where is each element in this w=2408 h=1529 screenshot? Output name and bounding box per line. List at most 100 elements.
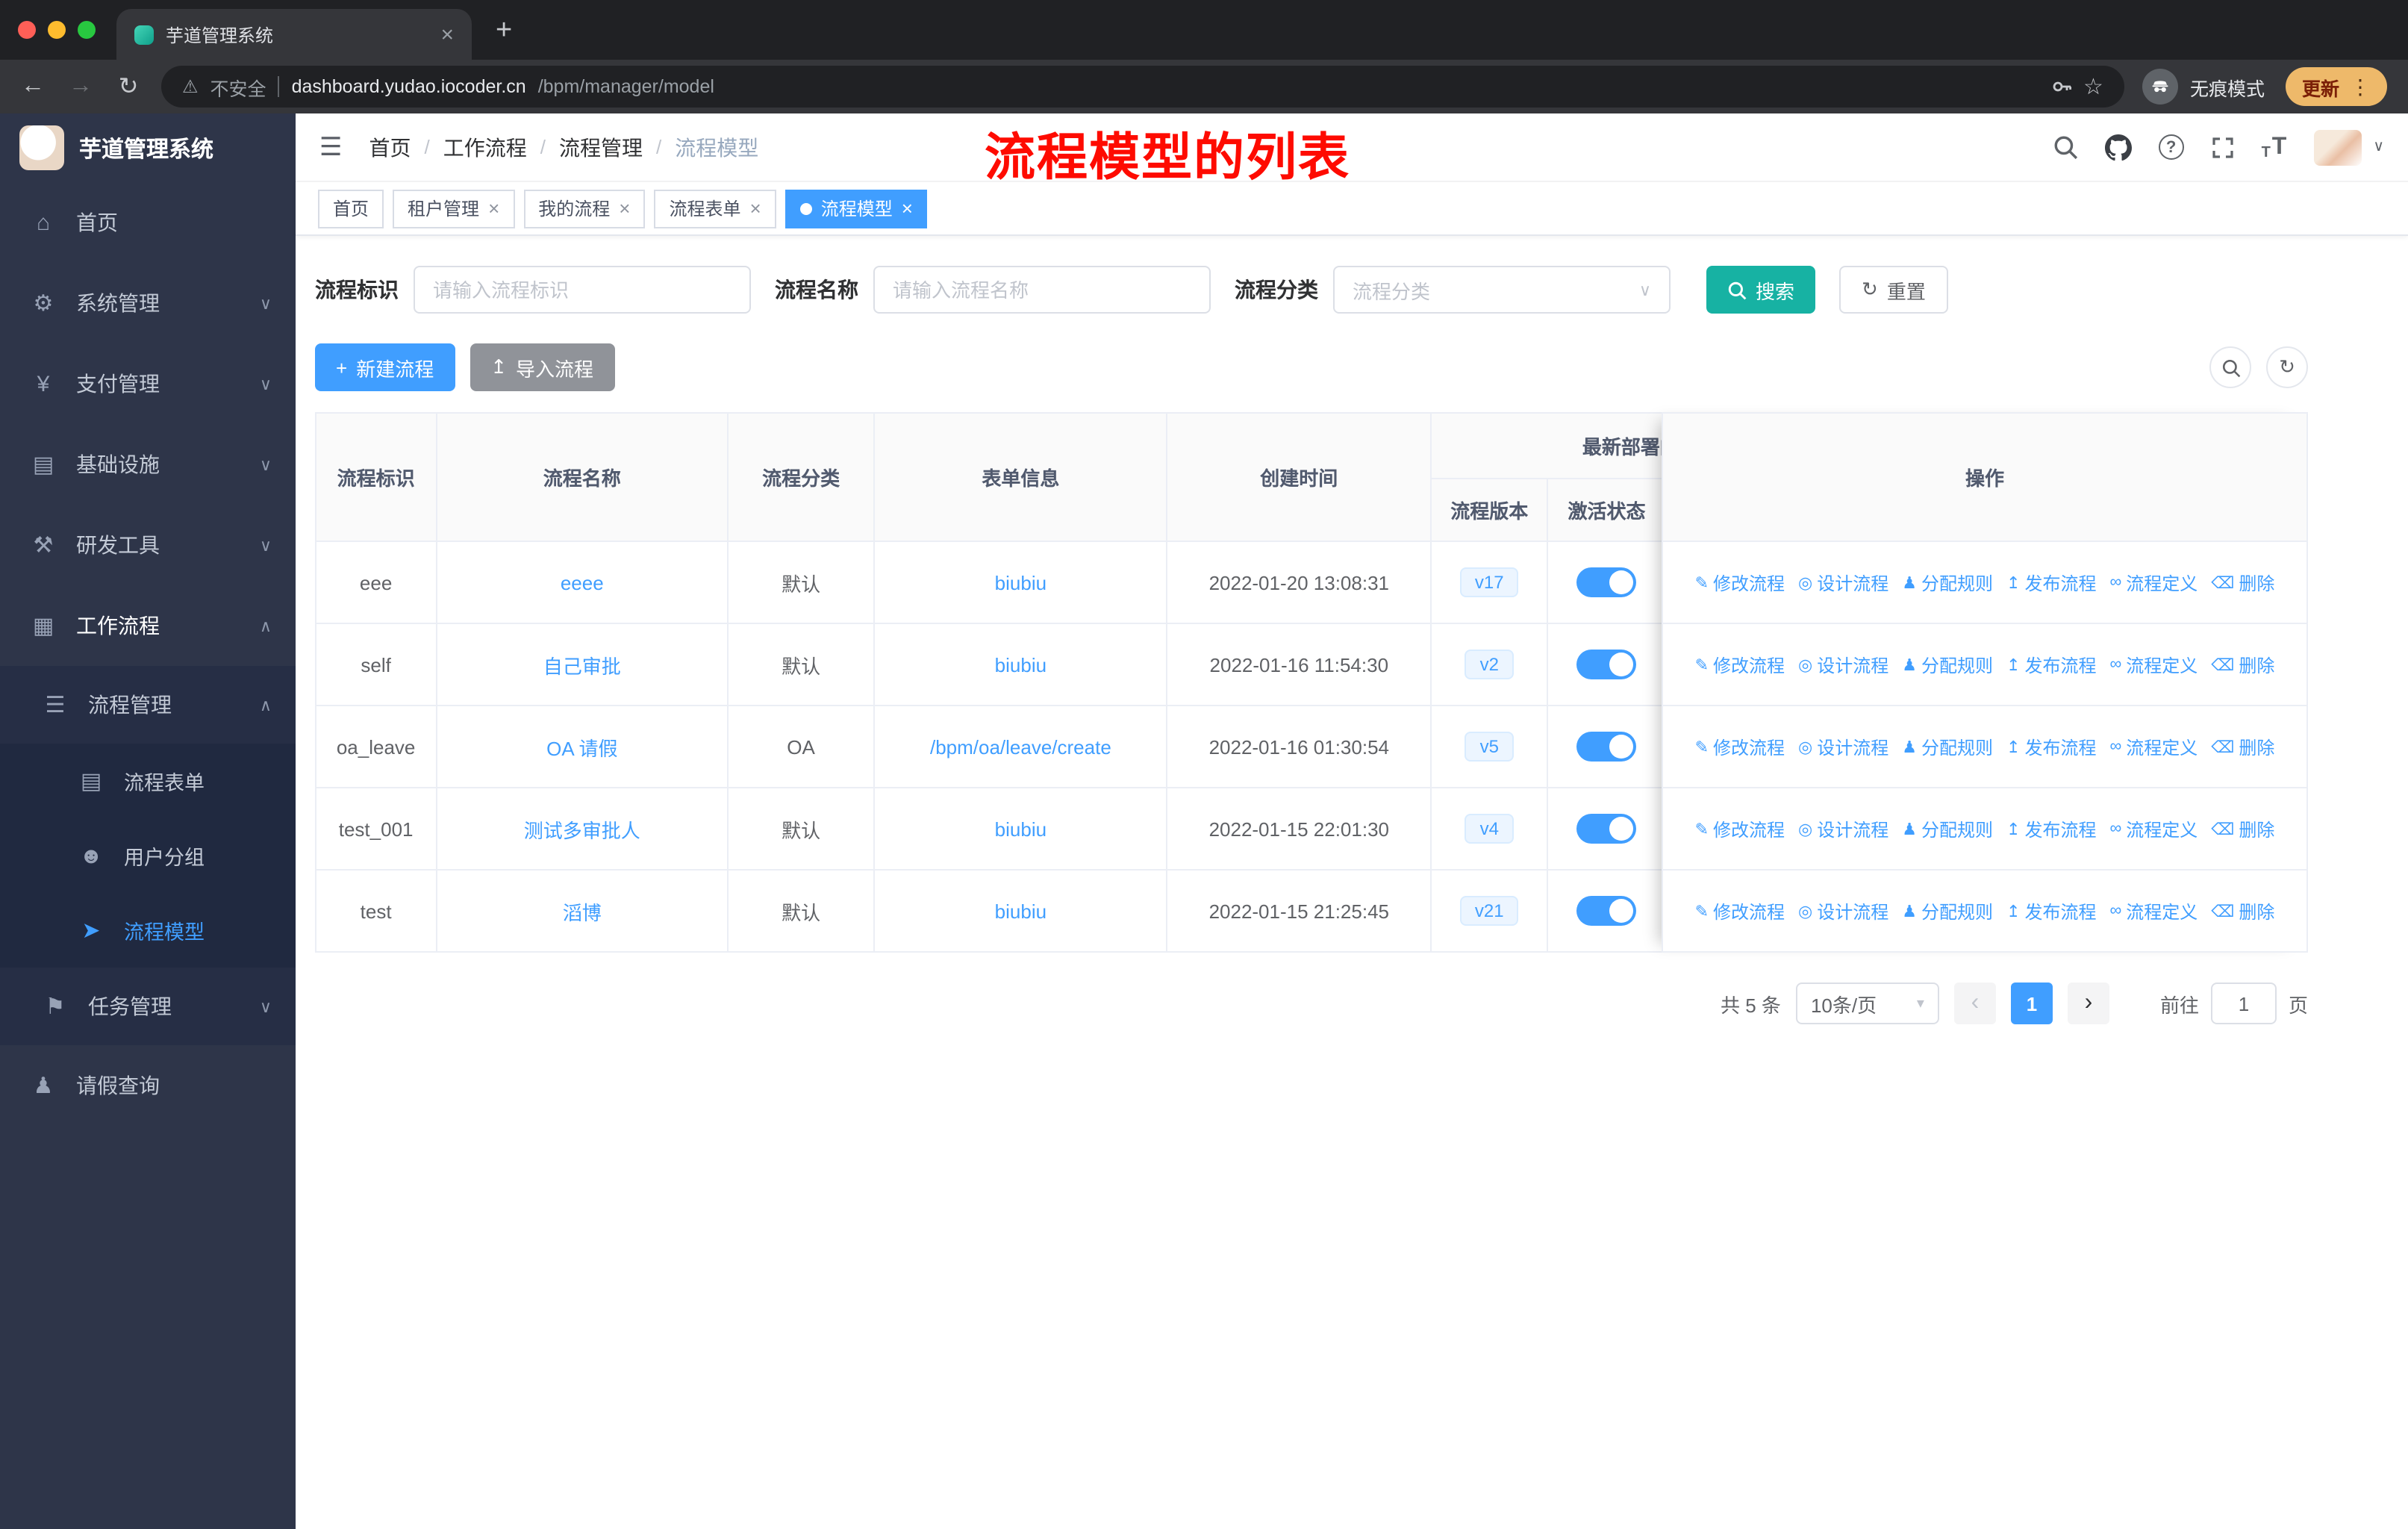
tag-my-process[interactable]: 我的流程 × <box>523 189 646 228</box>
tag-home[interactable]: 首页 <box>318 189 384 228</box>
action-delete-link[interactable]: ⌫ 删除 <box>2211 898 2274 924</box>
action-modify-link[interactable]: ✎ 修改流程 <box>1695 734 1785 759</box>
action-design-link[interactable]: ◎ 设计流程 <box>1798 816 1888 841</box>
action-publish-link[interactable]: ↥ 发布流程 <box>2006 570 2096 595</box>
sidebar-item-infrastructure[interactable]: ▤ 基础设施 ∨ <box>0 424 296 505</box>
forward-button[interactable]: → <box>66 73 96 100</box>
fullscreen-icon[interactable] <box>2211 135 2235 159</box>
toggle-search-button[interactable] <box>2209 346 2251 388</box>
goto-page-input[interactable] <box>2210 983 2277 1024</box>
category-select[interactable]: 流程分类 ∨ <box>1333 266 1671 314</box>
update-button[interactable]: 更新 ⋮ <box>2285 67 2387 106</box>
sidebar-item-process-model[interactable]: ➤ 流程模型 <box>0 893 296 968</box>
active-toggle[interactable] <box>1576 896 1637 926</box>
page-size-select[interactable]: 10条/页 ▾ <box>1795 983 1939 1024</box>
process-name-link[interactable]: eeee <box>561 571 604 594</box>
breadcrumb-process-management[interactable]: 流程管理 <box>559 132 643 162</box>
sidebar-item-payment[interactable]: ¥ 支付管理 ∨ <box>0 343 296 424</box>
action-delete-link[interactable]: ⌫ 删除 <box>2211 570 2274 595</box>
key-icon[interactable] <box>2050 76 2071 97</box>
action-assign-link[interactable]: ♟ 分配规则 <box>1902 652 1993 677</box>
action-publish-link[interactable]: ↥ 发布流程 <box>2006 734 2096 759</box>
action-design-link[interactable]: ◎ 设计流程 <box>1798 734 1888 759</box>
sidebar-item-leave-query[interactable]: ♟ 请假查询 <box>0 1045 296 1126</box>
action-assign-link[interactable]: ♟ 分配规则 <box>1902 734 1993 759</box>
help-icon[interactable]: ? <box>2158 134 2184 160</box>
action-assign-link[interactable]: ♟ 分配规则 <box>1902 898 1993 924</box>
process-name-link[interactable]: 测试多审批人 <box>524 819 640 841</box>
breadcrumb-workflow[interactable]: 工作流程 <box>443 132 527 162</box>
tab-close-icon[interactable]: × <box>440 22 454 47</box>
action-definition-link[interactable]: ∞ 流程定义 <box>2110 898 2198 924</box>
prev-page-button[interactable]: ‹ <box>1953 983 1996 1024</box>
next-page-button[interactable]: › <box>2067 983 2109 1024</box>
action-assign-link[interactable]: ♟ 分配规则 <box>1902 570 1993 595</box>
action-modify-link[interactable]: ✎ 修改流程 <box>1695 652 1785 677</box>
action-publish-link[interactable]: ↥ 发布流程 <box>2006 816 2096 841</box>
action-design-link[interactable]: ◎ 设计流程 <box>1798 570 1888 595</box>
breadcrumb-home[interactable]: 首页 <box>369 132 411 162</box>
action-delete-link[interactable]: ⌫ 删除 <box>2211 652 2274 677</box>
refresh-table-button[interactable]: ↻ <box>2266 346 2308 388</box>
page-number-button[interactable]: 1 <box>2010 983 2053 1024</box>
window-close-button[interactable] <box>18 21 36 39</box>
sidebar-item-home[interactable]: ⌂ 首页 <box>0 182 296 263</box>
active-toggle[interactable] <box>1576 567 1637 597</box>
process-name-link[interactable]: OA 请假 <box>546 737 617 759</box>
tag-tenant-management[interactable]: 租户管理 × <box>393 189 515 228</box>
sidebar-item-devtools[interactable]: ⚒ 研发工具 ∨ <box>0 505 296 585</box>
kebab-menu-icon[interactable]: ⋮ <box>2350 74 2371 99</box>
process-name-input[interactable] <box>873 266 1211 314</box>
action-delete-link[interactable]: ⌫ 删除 <box>2211 816 2274 841</box>
action-publish-link[interactable]: ↥ 发布流程 <box>2006 898 2096 924</box>
sidebar-collapse-icon[interactable]: ☰ <box>319 132 343 162</box>
search-button[interactable]: 搜索 <box>1706 266 1816 314</box>
action-assign-link[interactable]: ♟ 分配规则 <box>1902 816 1993 841</box>
action-definition-link[interactable]: ∞ 流程定义 <box>2110 570 2198 595</box>
font-size-icon[interactable]: TT <box>2262 134 2287 161</box>
sidebar-item-system[interactable]: ⚙ 系统管理 ∨ <box>0 263 296 343</box>
process-key-input[interactable] <box>414 266 751 314</box>
active-toggle[interactable] <box>1576 814 1637 844</box>
window-zoom-button[interactable] <box>78 21 96 39</box>
reload-button[interactable]: ↻ <box>113 72 143 102</box>
close-icon[interactable]: × <box>619 197 630 219</box>
address-bar[interactable]: ⚠ 不安全 dashboard.yudao.iocoder.cn/bpm/man… <box>161 66 2124 108</box>
form-info-link[interactable]: /bpm/oa/leave/create <box>930 735 1111 758</box>
close-icon[interactable]: × <box>902 197 913 219</box>
tag-process-form[interactable]: 流程表单 × <box>654 189 776 228</box>
active-toggle[interactable] <box>1576 732 1637 762</box>
action-modify-link[interactable]: ✎ 修改流程 <box>1695 898 1785 924</box>
sidebar-item-process-form[interactable]: ▤ 流程表单 <box>0 744 296 818</box>
sidebar-item-task-management[interactable]: ⚑ 任务管理 ∨ <box>0 968 296 1045</box>
close-icon[interactable]: × <box>750 197 761 219</box>
action-definition-link[interactable]: ∞ 流程定义 <box>2110 734 2198 759</box>
incognito-badge[interactable]: 无痕模式 <box>2142 69 2265 105</box>
github-icon[interactable] <box>2104 134 2132 161</box>
form-info-link[interactable]: biubiu <box>995 900 1047 922</box>
action-definition-link[interactable]: ∞ 流程定义 <box>2110 652 2198 677</box>
create-process-button[interactable]: + 新建流程 <box>315 343 455 391</box>
tag-process-model[interactable]: 流程模型 × <box>785 189 928 228</box>
active-toggle[interactable] <box>1576 650 1637 679</box>
form-info-link[interactable]: biubiu <box>995 818 1047 840</box>
form-info-link[interactable]: biubiu <box>995 571 1047 594</box>
sidebar-item-workflow[interactable]: ▦ 工作流程 ∧ <box>0 585 296 666</box>
form-info-link[interactable]: biubiu <box>995 653 1047 676</box>
sidebar-item-user-group[interactable]: ☻ 用户分组 <box>0 818 296 893</box>
action-publish-link[interactable]: ↥ 发布流程 <box>2006 652 2096 677</box>
bookmark-star-icon[interactable]: ☆ <box>2083 73 2103 100</box>
sidebar-logo[interactable]: 芋道管理系统 <box>0 113 296 182</box>
user-avatar[interactable] <box>2313 129 2362 165</box>
back-button[interactable]: ← <box>18 73 48 100</box>
reset-button[interactable]: ↻ 重置 <box>1839 266 1948 314</box>
process-name-link[interactable]: 滔博 <box>563 901 602 924</box>
action-modify-link[interactable]: ✎ 修改流程 <box>1695 570 1785 595</box>
close-icon[interactable]: × <box>488 197 499 219</box>
action-design-link[interactable]: ◎ 设计流程 <box>1798 898 1888 924</box>
window-minimize-button[interactable] <box>48 21 66 39</box>
action-delete-link[interactable]: ⌫ 删除 <box>2211 734 2274 759</box>
new-tab-button[interactable]: + <box>496 15 512 48</box>
process-name-link[interactable]: 自己审批 <box>543 655 621 677</box>
action-definition-link[interactable]: ∞ 流程定义 <box>2110 816 2198 841</box>
